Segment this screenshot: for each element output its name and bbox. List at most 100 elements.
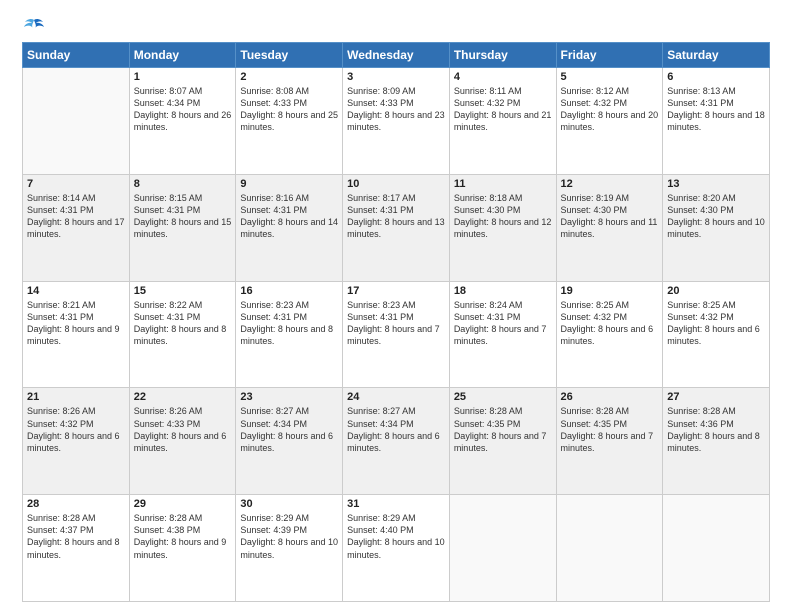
sunrise-text: Sunrise: 8:28 AM	[454, 406, 523, 416]
day-number: 13	[667, 178, 765, 190]
day-number: 31	[347, 498, 445, 510]
day-info: Sunrise: 8:22 AMSunset: 4:31 PMDaylight:…	[134, 299, 232, 348]
day-number: 14	[27, 285, 125, 297]
calendar-day-cell: 18 Sunrise: 8:24 AMSunset: 4:31 PMDayligh…	[449, 281, 556, 388]
calendar-day-cell: 3 Sunrise: 8:09 AMSunset: 4:33 PMDaylight…	[343, 68, 450, 175]
sunset-text: Sunset: 4:31 PM	[667, 98, 734, 108]
sunrise-text: Sunrise: 8:07 AM	[134, 86, 203, 96]
sunrise-text: Sunrise: 8:12 AM	[561, 86, 630, 96]
day-info: Sunrise: 8:28 AMSunset: 4:36 PMDaylight:…	[667, 405, 765, 454]
sunset-text: Sunset: 4:30 PM	[667, 205, 734, 215]
header	[22, 18, 770, 32]
day-info: Sunrise: 8:27 AMSunset: 4:34 PMDaylight:…	[347, 405, 445, 454]
daylight-text: Daylight: 8 hours and 8 minutes.	[240, 324, 333, 346]
day-info: Sunrise: 8:27 AMSunset: 4:34 PMDaylight:…	[240, 405, 338, 454]
sunrise-text: Sunrise: 8:17 AM	[347, 193, 416, 203]
calendar-day-cell: 30Sunrise: 8:29 AMSunset: 4:39 PMDayligh…	[236, 495, 343, 602]
day-number: 12	[561, 178, 659, 190]
daylight-text: Daylight: 8 hours and 10 minutes.	[347, 537, 445, 559]
sunset-text: Sunset: 4:33 PM	[240, 98, 307, 108]
day-number: 10	[347, 178, 445, 190]
day-number: 18	[454, 285, 552, 297]
page: Sunday Monday Tuesday Wednesday Thursday…	[0, 0, 792, 612]
sunrise-text: Sunrise: 8:28 AM	[134, 513, 203, 523]
sunset-text: Sunset: 4:31 PM	[347, 312, 414, 322]
day-info: Sunrise: 8:07 AMSunset: 4:34 PMDaylight:…	[134, 85, 232, 134]
daylight-text: Daylight: 8 hours and 7 minutes.	[561, 431, 654, 453]
calendar-day-cell: 2Sunrise: 8:08 AMSunset: 4:33 PMDaylight…	[236, 68, 343, 175]
sunrise-text: Sunrise: 8:14 AM	[27, 193, 96, 203]
calendar-day-cell	[556, 495, 663, 602]
sunset-text: Sunset: 4:31 PM	[27, 205, 94, 215]
header-friday: Friday	[556, 43, 663, 68]
day-number: 9	[240, 178, 338, 190]
day-info: Sunrise: 8:13 AMSunset: 4:31 PMDaylight:…	[667, 85, 765, 134]
daylight-text: Daylight: 8 hours and 6 minutes.	[134, 431, 227, 453]
sunset-text: Sunset: 4:33 PM	[347, 98, 414, 108]
sunset-text: Sunset: 4:35 PM	[454, 419, 521, 429]
sunrise-text: Sunrise: 8:20 AM	[667, 193, 736, 203]
sunset-text: Sunset: 4:32 PM	[454, 98, 521, 108]
daylight-text: Daylight: 8 hours and 20 minutes.	[561, 110, 659, 132]
calendar-day-cell	[23, 68, 130, 175]
sunset-text: Sunset: 4:37 PM	[27, 525, 94, 535]
sunrise-text: Sunrise: 8:21 AM	[27, 300, 96, 310]
day-number: 21	[27, 391, 125, 403]
daylight-text: Daylight: 8 hours and 6 minutes.	[667, 324, 760, 346]
header-tuesday: Tuesday	[236, 43, 343, 68]
day-number: 20	[667, 285, 765, 297]
day-info: Sunrise: 8:17 AMSunset: 4:31 PMDaylight:…	[347, 192, 445, 241]
calendar-day-cell: 8Sunrise: 8:15 AMSunset: 4:31 PMDaylight…	[129, 174, 236, 281]
daylight-text: Daylight: 8 hours and 15 minutes.	[134, 217, 232, 239]
sunset-text: Sunset: 4:34 PM	[347, 419, 414, 429]
daylight-text: Daylight: 8 hours and 7 minutes.	[454, 324, 547, 346]
day-info: Sunrise: 8:28 AMSunset: 4:37 PMDaylight:…	[27, 512, 125, 561]
sunrise-text: Sunrise: 8:22 AM	[134, 300, 203, 310]
day-info: Sunrise: 8:19 AMSunset: 4:30 PMDaylight:…	[561, 192, 659, 241]
sunrise-text: Sunrise: 8:16 AM	[240, 193, 309, 203]
header-thursday: Thursday	[449, 43, 556, 68]
sunset-text: Sunset: 4:34 PM	[240, 419, 307, 429]
day-number: 19	[561, 285, 659, 297]
calendar-day-cell: 6Sunrise: 8:13 AMSunset: 4:31 PMDaylight…	[663, 68, 770, 175]
day-info: Sunrise: 8:25 AMSunset: 4:32 PMDaylight:…	[667, 299, 765, 348]
sunrise-text: Sunrise: 8:19 AM	[561, 193, 630, 203]
sunrise-text: Sunrise: 8:24 AM	[454, 300, 523, 310]
sunset-text: Sunset: 4:36 PM	[667, 419, 734, 429]
day-info: Sunrise: 8:08 AMSunset: 4:33 PMDaylight:…	[240, 85, 338, 134]
calendar-day-cell: 20 Sunrise: 8:25 AMSunset: 4:32 PMDayligh…	[663, 281, 770, 388]
sunset-text: Sunset: 4:31 PM	[347, 205, 414, 215]
daylight-text: Daylight: 8 hours and 23 minutes.	[347, 110, 445, 132]
daylight-text: Daylight: 8 hours and 21 minutes.	[454, 110, 552, 132]
calendar-day-cell: 9Sunrise: 8:16 AMSunset: 4:31 PMDaylight…	[236, 174, 343, 281]
day-number: 28	[27, 498, 125, 510]
day-number: 23	[240, 391, 338, 403]
calendar-day-cell: 31 Sunrise: 8:29 AMSunset: 4:40 PMDayligh…	[343, 495, 450, 602]
sunrise-text: Sunrise: 8:26 AM	[27, 406, 96, 416]
sunrise-text: Sunrise: 8:08 AM	[240, 86, 309, 96]
day-info: Sunrise: 8:29 AMSunset: 4:40 PMDaylight:…	[347, 512, 445, 561]
calendar-day-cell: 11Sunrise: 8:18 AMSunset: 4:30 PMDayligh…	[449, 174, 556, 281]
day-info: Sunrise: 8:09 AMSunset: 4:33 PMDaylight:…	[347, 85, 445, 134]
sunset-text: Sunset: 4:31 PM	[134, 205, 201, 215]
day-number: 24	[347, 391, 445, 403]
calendar-day-cell: 26Sunrise: 8:28 AMSunset: 4:35 PMDayligh…	[556, 388, 663, 495]
sunrise-text: Sunrise: 8:15 AM	[134, 193, 203, 203]
day-info: Sunrise: 8:21 AMSunset: 4:31 PMDaylight:…	[27, 299, 125, 348]
sunrise-text: Sunrise: 8:26 AM	[134, 406, 203, 416]
sunrise-text: Sunrise: 8:27 AM	[347, 406, 416, 416]
calendar-week-row: 14 Sunrise: 8:21 AM Sunset: 4:31 PM Dayligh…	[23, 281, 770, 388]
day-info: Sunrise: 8:24 AMSunset: 4:31 PMDaylight:…	[454, 299, 552, 348]
sunset-text: Sunset: 4:31 PM	[27, 312, 94, 322]
day-number: 22	[134, 391, 232, 403]
calendar-week-row: 28Sunrise: 8:28 AMSunset: 4:37 PMDayligh…	[23, 495, 770, 602]
header-saturday: Saturday	[663, 43, 770, 68]
logo-bird-icon	[23, 18, 45, 36]
sunset-text: Sunset: 4:35 PM	[561, 419, 628, 429]
day-info: Sunrise: 8:12 AMSunset: 4:32 PMDaylight:…	[561, 85, 659, 134]
day-number: 3	[347, 71, 445, 83]
calendar-day-cell: 27Sunrise: 8:28 AMSunset: 4:36 PMDayligh…	[663, 388, 770, 495]
daylight-text: Daylight: 8 hours and 12 minutes.	[454, 217, 552, 239]
day-number: 29	[134, 498, 232, 510]
calendar-day-cell: 12 Sunrise: 8:19 AMSunset: 4:30 PMDayligh…	[556, 174, 663, 281]
